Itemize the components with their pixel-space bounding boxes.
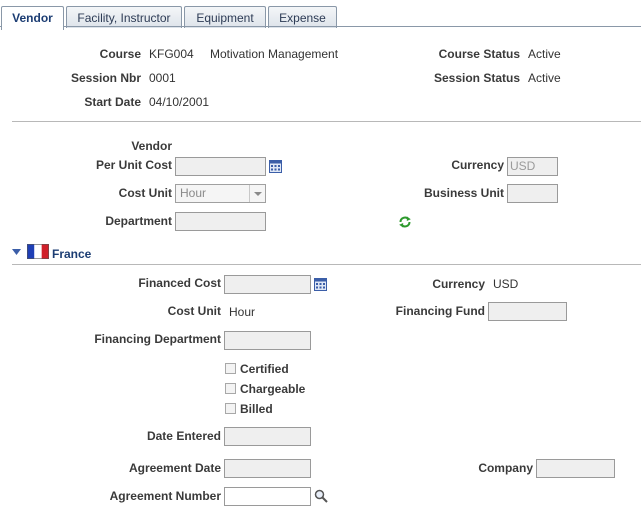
tab-bar: Vendor Facility, Instructor Equipment Ex… [0,3,641,30]
cost-unit-select[interactable]: Hour [175,184,266,203]
department-input[interactable] [175,212,266,231]
vendor-currency-label: Currency [451,158,504,172]
course-status-label: Course Status [438,47,520,61]
tab-vendor-label: Vendor [12,11,53,25]
department-label: Department [105,214,172,228]
course-label: Course [99,47,141,61]
tab-expense-label: Expense [279,11,326,25]
header-separator [12,121,641,122]
agreement-date-input[interactable] [224,459,311,478]
tab-expense[interactable]: Expense [268,6,337,28]
chargeable-label: Chargeable [240,382,306,396]
search-icon[interactable] [314,489,328,503]
business-unit-input[interactable] [507,184,558,203]
agreement-number-label: Agreement Number [109,489,221,503]
calculator-icon[interactable] [269,160,282,173]
collapse-triangle-icon[interactable] [12,249,21,256]
session-status: Active [528,71,561,85]
course-name: Motivation Management [210,47,339,61]
france-currency-label: Currency [432,277,485,291]
tab-equipment-label: Equipment [196,11,254,25]
tab-equipment[interactable]: Equipment [184,6,266,28]
per-unit-cost-input[interactable] [175,157,266,176]
course-code: KFG004 [149,47,194,61]
vendor-title: Vendor [131,139,172,153]
vendor-currency-field[interactable]: USD [507,157,558,176]
session-nbr: 0001 [149,71,176,85]
france-flag-icon [27,244,49,259]
chargeable-checkbox[interactable] [225,383,236,394]
france-separator [12,264,641,265]
certified-checkbox[interactable] [225,363,236,374]
france-currency-value: USD [493,277,519,291]
financing-department-input[interactable] [224,331,311,350]
tab-vendor[interactable]: Vendor [1,6,64,30]
chevron-down-icon[interactable] [249,185,265,202]
tab-underline [0,26,641,27]
tab-facility-instructor-label: Facility, Instructor [77,11,171,25]
refresh-icon[interactable] [398,215,412,229]
session-status-label: Session Status [433,71,520,85]
session-nbr-label: Session Nbr [70,71,141,85]
france-section-title[interactable]: France [52,247,91,261]
agreement-date-label: Agreement Date [128,461,221,475]
cost-unit-select-value: Hour [180,186,207,200]
start-date: 04/10/2001 [149,95,210,109]
date-entered-input[interactable] [224,427,311,446]
date-entered-label: Date Entered [146,429,221,443]
france-cost-unit-label: Cost Unit [167,304,221,318]
course-status: Active [528,47,561,61]
financed-cost-input[interactable] [224,275,311,294]
company-label: Company [478,461,533,475]
company-input[interactable] [536,459,615,478]
certified-label: Certified [240,362,289,376]
financing-department-label: Financing Department [94,332,221,346]
france-cost-unit-value: Hour [229,305,256,319]
business-unit-label: Business Unit [423,186,504,200]
vendor-cost-unit-label: Cost Unit [118,186,172,200]
billed-label: Billed [240,402,273,416]
calculator-icon[interactable] [314,278,327,291]
financing-fund-label: Financing Fund [395,304,485,318]
financing-fund-input[interactable] [488,302,567,321]
billed-checkbox[interactable] [225,403,236,414]
financed-cost-label: Financed Cost [138,276,221,290]
tab-facility-instructor[interactable]: Facility, Instructor [66,6,182,28]
per-unit-cost-label: Per Unit Cost [95,158,172,172]
agreement-number-input[interactable] [224,487,311,506]
start-date-label: Start Date [84,95,141,109]
